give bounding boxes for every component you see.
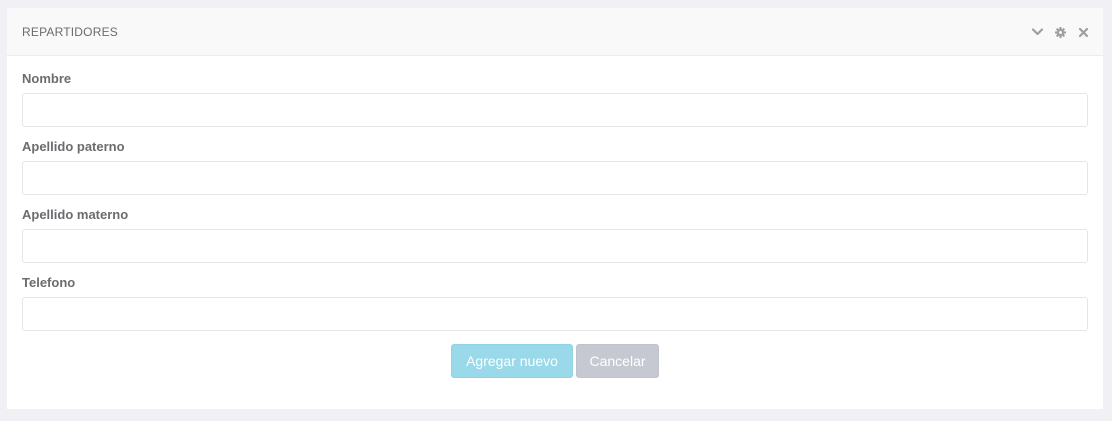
- repartidores-panel: REPARTIDORES Nombre Apellido paterno Ape…: [7, 8, 1103, 409]
- panel-body: Nombre Apellido paterno Apellido materno…: [7, 56, 1103, 378]
- panel-title: REPARTIDORES: [22, 24, 118, 39]
- panel-header: REPARTIDORES: [7, 8, 1103, 56]
- panel-tools: [1031, 8, 1089, 56]
- form-group-telefono: Telefono: [22, 276, 1088, 331]
- form-actions: Agregar nuevo Cancelar: [22, 344, 1088, 378]
- nombre-label: Nombre: [22, 71, 72, 86]
- telefono-label: Telefono: [22, 275, 76, 290]
- chevron-down-icon[interactable]: [1031, 26, 1043, 38]
- form-group-apellido-paterno: Apellido paterno: [22, 140, 1088, 195]
- apellido-materno-input[interactable]: [22, 229, 1088, 263]
- cancelar-button[interactable]: Cancelar: [576, 344, 659, 378]
- telefono-input[interactable]: [22, 297, 1088, 331]
- apellido-paterno-input[interactable]: [22, 161, 1088, 195]
- form-group-apellido-materno: Apellido materno: [22, 208, 1088, 263]
- form-group-nombre: Nombre: [22, 72, 1088, 127]
- agregar-nuevo-button[interactable]: Agregar nuevo: [451, 344, 573, 378]
- close-icon[interactable]: [1077, 26, 1089, 38]
- nombre-input[interactable]: [22, 93, 1088, 127]
- gear-icon[interactable]: [1054, 26, 1066, 38]
- repartidor-form: Nombre Apellido paterno Apellido materno…: [22, 72, 1088, 378]
- apellido-materno-label: Apellido materno: [22, 207, 129, 222]
- apellido-paterno-label: Apellido paterno: [22, 139, 125, 154]
